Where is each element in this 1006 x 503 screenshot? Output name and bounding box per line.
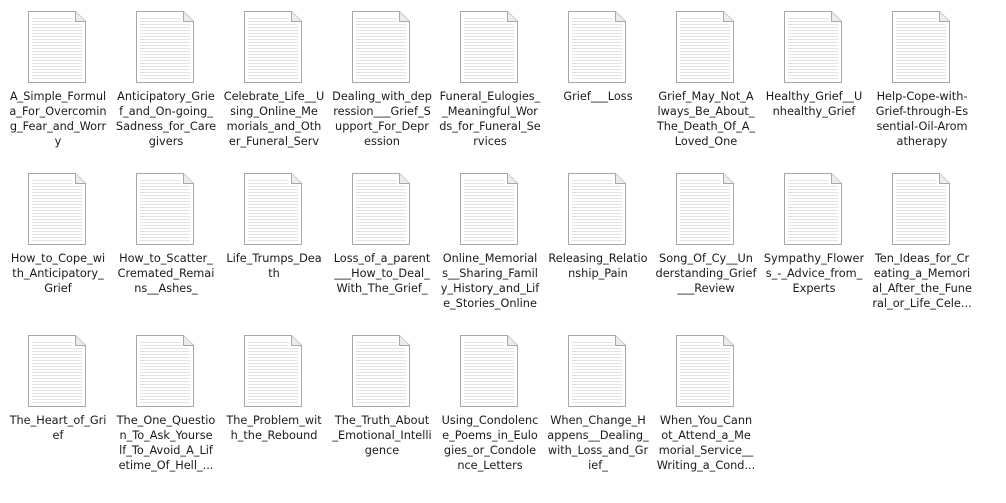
file-item[interactable]: Anticipatory_Grie f_and_On-going_ Sadness_…	[112, 0, 220, 160]
text-document-icon	[130, 162, 200, 252]
file-name-label: Ten_Ideas_for_Cr eating_a_Memori al_After_…	[872, 252, 972, 310]
file-name-label: Celebrate_Life__U sing_Online_Me morials_a…	[223, 90, 325, 151]
text-document-icon	[346, 324, 416, 414]
file-item[interactable]: How_to_Cope_wi th_Anticipatory_ Grief	[4, 162, 112, 322]
file-name-label: Dealing_with_dep ression___Grief_S upport_…	[332, 90, 432, 148]
text-document-icon	[346, 162, 416, 252]
text-document-icon	[130, 324, 200, 414]
file-name-label: Releasing_Relatio nship_Pain	[548, 252, 648, 280]
file-item[interactable]: When_Change_H appens__Dealing_ with_Loss_a…	[544, 324, 652, 484]
file-item[interactable]: Funeral_Eulogies_ _Meaningful_Wor ds_for_F…	[436, 0, 544, 160]
text-document-icon	[454, 0, 524, 90]
file-item[interactable]: How_to_Scatter_ Cremated_Remai ns__Ashes_	[112, 162, 220, 322]
text-document-icon	[562, 0, 632, 90]
file-item[interactable]: Online_Memorial s__Sharing_Famil y_History…	[436, 162, 544, 322]
text-document-icon	[670, 324, 740, 414]
text-document-icon	[22, 162, 92, 252]
file-name-label: How_to_Scatter_ Cremated_Remai ns__Ashes_	[117, 252, 215, 295]
file-item[interactable]: When_You_Cann ot_Attend_a_Me morial_Servic…	[652, 324, 760, 484]
file-name-label: Grief___Loss	[563, 90, 633, 103]
file-name-label: The_Heart_of_Gri ef	[9, 414, 107, 442]
file-name-label: A_Simple_Formul a_For_Overcomin g_Fear_and…	[9, 90, 107, 148]
file-name-label: Using_Condolenc e_Poems_in_Eulo gies_or_Co…	[441, 414, 539, 472]
text-document-icon	[238, 162, 308, 252]
file-name-label: Loss_of_a_parent ___How_to_Deal_ With_The_…	[333, 252, 431, 295]
file-item[interactable]: The_Heart_of_Gri ef	[4, 324, 112, 484]
text-document-icon	[886, 162, 956, 252]
text-document-icon	[454, 324, 524, 414]
file-item[interactable]: The_Truth_About _Emotional_Intelli gence	[328, 324, 436, 484]
file-item[interactable]: Using_Condolenc e_Poems_in_Eulo gies_or_Co…	[436, 324, 544, 484]
file-item[interactable]: Loss_of_a_parent ___How_to_Deal_ With_The_…	[328, 162, 436, 322]
text-document-icon	[778, 0, 848, 90]
file-name-label: The_One_Questio n_To_Ask_Yourse lf_To_Avoi…	[116, 414, 216, 472]
file-view[interactable]: A_Simple_Formul a_For_Overcomin g_Fear_and…	[0, 0, 1006, 503]
file-name-label: Grief_May_Not_A lways_Be_About_ The_Death_…	[656, 90, 756, 148]
file-name-label: Help-Cope-with- Grief-through-Es sential-O…	[875, 90, 969, 148]
file-name-label: How_to_Cope_wi th_Anticipatory_ Grief	[10, 252, 106, 295]
text-document-icon	[778, 162, 848, 252]
text-document-icon	[562, 162, 632, 252]
text-document-icon	[454, 162, 524, 252]
text-document-icon	[670, 0, 740, 90]
file-name-label: Life_Trumps_Dea th	[226, 252, 322, 280]
file-name-label: When_Change_H appens__Dealing_ with_Loss_a…	[547, 414, 649, 472]
text-document-icon	[670, 162, 740, 252]
file-name-label: Sympathy_Flower s_-_Advice_from_ Experts	[763, 252, 865, 295]
text-document-icon	[562, 324, 632, 414]
file-name-label: Song_Of_Cy__Un derstanding_Grief ___Review	[655, 252, 757, 295]
file-item[interactable]: Help-Cope-with- Grief-through-Es sential-O…	[868, 0, 976, 160]
file-name-label: The_Problem_wit h_the_Rebound	[226, 414, 322, 442]
file-item[interactable]: Celebrate_Life__U sing_Online_Me morials_a…	[220, 0, 328, 160]
file-item[interactable]: Dealing_with_dep ression___Grief_S upport_…	[328, 0, 436, 160]
file-item[interactable]: Ten_Ideas_for_Cr eating_a_Memori al_After_…	[868, 162, 976, 322]
file-name-label: Online_Memorial s__Sharing_Famil y_History…	[440, 252, 540, 310]
file-item[interactable]: Life_Trumps_Dea th	[220, 162, 328, 322]
file-item[interactable]: The_One_Questio n_To_Ask_Yourse lf_To_Avoi…	[112, 324, 220, 484]
file-item[interactable]: Song_Of_Cy__Un derstanding_Grief ___Review	[652, 162, 760, 322]
file-item[interactable]: Sympathy_Flower s_-_Advice_from_ Experts	[760, 162, 868, 322]
file-name-label: Funeral_Eulogies_ _Meaningful_Wor ds_for_F…	[439, 90, 541, 148]
file-item[interactable]: A_Simple_Formul a_For_Overcomin g_Fear_and…	[4, 0, 112, 160]
text-document-icon	[346, 0, 416, 90]
text-document-icon	[22, 324, 92, 414]
text-document-icon	[238, 324, 308, 414]
file-item[interactable]: Releasing_Relatio nship_Pain	[544, 162, 652, 322]
file-name-label: The_Truth_About _Emotional_Intelli gence	[332, 414, 432, 457]
text-document-icon	[22, 0, 92, 90]
text-document-icon	[886, 0, 956, 90]
file-item[interactable]: Healthy_Grief__U nhealthy_Grief	[760, 0, 868, 160]
file-item[interactable]: Grief_May_Not_A lways_Be_About_ The_Death_…	[652, 0, 760, 160]
text-document-icon	[238, 0, 308, 90]
file-item[interactable]: The_Problem_wit h_the_Rebound	[220, 324, 328, 484]
file-name-label: Healthy_Grief__U nhealthy_Grief	[765, 90, 863, 118]
file-item[interactable]: Grief___Loss	[544, 0, 652, 160]
file-name-label: Anticipatory_Grie f_and_On-going_ Sadness_…	[115, 90, 217, 148]
text-document-icon	[130, 0, 200, 90]
file-name-label: When_You_Cann ot_Attend_a_Me morial_Servic…	[656, 414, 756, 472]
